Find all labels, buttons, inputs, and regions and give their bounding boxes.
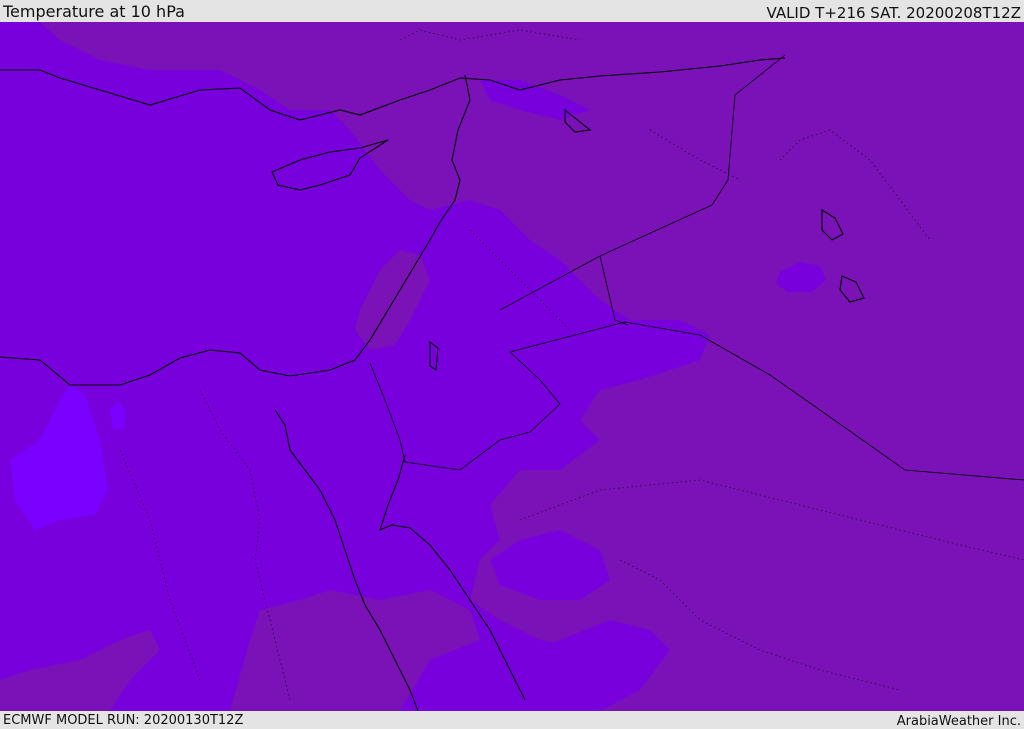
model-run-label: ECMWF MODEL RUN: 20200130T12Z xyxy=(3,713,244,728)
footer-bar: ECMWF MODEL RUN: 20200130T12Z ArabiaWeat… xyxy=(0,711,1024,729)
map-canvas[interactable] xyxy=(0,22,1024,711)
map-title: Temperature at 10 hPa xyxy=(3,2,185,21)
header-bar: Temperature at 10 hPa VALID T+216 SAT. 2… xyxy=(0,0,1024,22)
valid-time: VALID T+216 SAT. 20200208T12Z xyxy=(766,4,1021,22)
credit-label: ArabiaWeather Inc. xyxy=(896,714,1021,729)
temperature-map xyxy=(0,22,1024,711)
